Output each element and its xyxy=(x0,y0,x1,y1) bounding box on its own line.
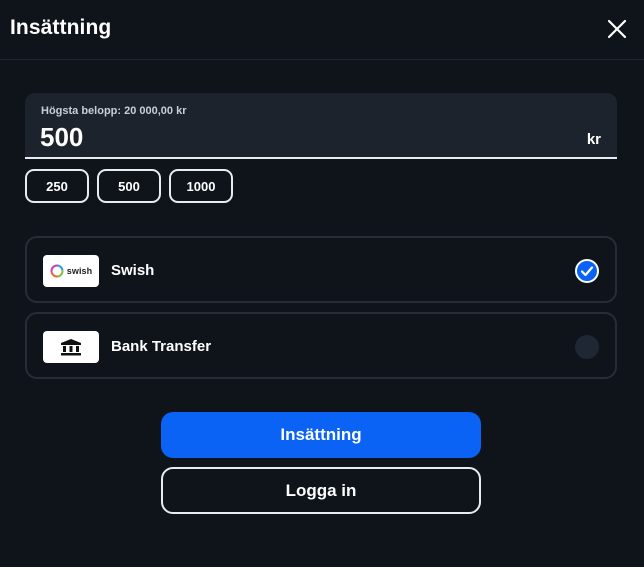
check-icon xyxy=(580,266,594,277)
radio-unselected[interactable] xyxy=(575,335,599,359)
quick-amount-250-button[interactable]: 250 xyxy=(25,169,89,203)
amount-field[interactable]: Högsta belopp: 20 000,00 kr kr xyxy=(25,93,617,159)
bank-icon xyxy=(61,339,81,356)
bank-logo xyxy=(43,331,99,363)
login-button[interactable]: Logga in xyxy=(161,467,481,514)
modal-title: Insättning xyxy=(10,16,112,39)
radio-selected[interactable] xyxy=(575,259,599,283)
max-amount-hint: Högsta belopp: 20 000,00 kr xyxy=(41,105,187,117)
swish-logo-icon xyxy=(50,264,64,278)
amount-input[interactable] xyxy=(40,120,540,154)
swish-logo: swish xyxy=(43,255,99,287)
close-icon xyxy=(607,19,627,39)
payment-method-bank-transfer[interactable]: Bank Transfer xyxy=(25,312,617,379)
close-button[interactable] xyxy=(605,17,629,41)
payment-method-label: Swish xyxy=(111,262,155,279)
payment-method-swish[interactable]: swish Swish xyxy=(25,236,617,303)
modal-header: Insättning xyxy=(0,0,644,60)
swish-logo-text: swish xyxy=(66,266,93,276)
deposit-button[interactable]: Insättning xyxy=(161,412,481,458)
quick-amount-1000-button[interactable]: 1000 xyxy=(169,169,233,203)
amount-unit: kr xyxy=(586,131,601,148)
payment-method-label: Bank Transfer xyxy=(111,338,212,355)
quick-amount-500-button[interactable]: 500 xyxy=(97,169,161,203)
